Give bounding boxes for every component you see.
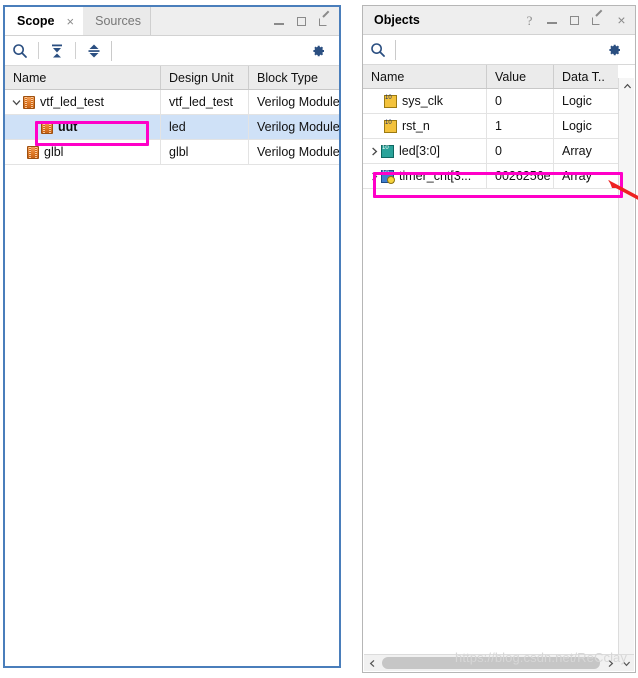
cell-name[interactable]: 10 timer_cnt[3... xyxy=(363,164,487,188)
objects-titlebar: Objects ? × xyxy=(363,6,635,35)
chevron-down-icon[interactable] xyxy=(9,98,23,107)
search-icon[interactable] xyxy=(363,36,393,64)
objects-panel: Objects ? × Name Value Data T.. 10 sys_c… xyxy=(362,5,636,673)
array-signal-icon: 10 xyxy=(381,144,394,158)
cell-name-label: timer_cnt[3... xyxy=(399,169,472,183)
tab-sources[interactable]: Sources xyxy=(83,7,150,35)
cell-name-label: vtf_led_test xyxy=(40,95,104,109)
close-icon[interactable]: × xyxy=(615,13,628,27)
toolbar-separator xyxy=(38,42,39,59)
float-icon[interactable] xyxy=(319,15,332,28)
cell-value: 0026256e xyxy=(487,164,554,188)
scope-panel: Scope × Sources Name Design Unit Block T… xyxy=(3,5,341,668)
table-row[interactable]: uut led Verilog Module xyxy=(5,115,339,140)
cell-design-unit: vtf_led_test xyxy=(161,90,249,114)
logic-signal-icon: 10 xyxy=(384,94,397,108)
cell-name-label: glbl xyxy=(44,145,64,159)
cell-value: 0 xyxy=(487,89,554,113)
scope-toolbar xyxy=(5,36,339,66)
verilog-module-icon xyxy=(27,145,39,159)
minimize-icon[interactable] xyxy=(273,15,286,28)
objects-toolbar xyxy=(363,35,635,65)
cell-data-type: Logic xyxy=(562,119,592,133)
gear-icon[interactable] xyxy=(303,37,333,65)
column-header-value[interactable]: Value xyxy=(487,65,554,88)
column-header-block-type[interactable]: Block Type xyxy=(249,66,339,89)
chevron-right-icon[interactable] xyxy=(367,147,381,156)
cell-name[interactable]: 10 sys_clk xyxy=(363,89,487,113)
help-icon[interactable]: ? xyxy=(523,14,536,27)
cell-value: 0 xyxy=(487,139,554,163)
cell-name[interactable]: glbl xyxy=(5,140,161,164)
cell-block-type: Verilog Module xyxy=(257,145,339,159)
tab-scope[interactable]: Scope × xyxy=(5,7,84,35)
cell-design-unit: led xyxy=(161,115,249,139)
watermark-text: https://blog.csdn.net/ReCclay xyxy=(455,650,627,665)
chevron-right-icon[interactable] xyxy=(367,172,381,181)
gear-icon[interactable] xyxy=(599,36,629,64)
column-header-data-type[interactable]: Data T.. xyxy=(554,65,618,88)
objects-titlebar-filler xyxy=(419,6,523,34)
minimize-icon[interactable] xyxy=(546,14,559,27)
register-signal-icon: 10 xyxy=(381,169,395,184)
scroll-left-icon[interactable] xyxy=(364,655,380,671)
vivado-simulation-panels: Scope × Sources Name Design Unit Block T… xyxy=(0,0,638,678)
objects-table-header: Name Value Data T.. xyxy=(363,65,618,89)
objects-vertical-scrollbar[interactable] xyxy=(618,78,634,654)
objects-filter-input[interactable] xyxy=(395,39,498,60)
column-header-name[interactable]: Name xyxy=(5,66,161,89)
cell-name[interactable]: 10 rst_n xyxy=(363,114,487,138)
cell-data-type: Array xyxy=(562,169,592,183)
expand-all-icon[interactable] xyxy=(79,37,109,65)
scope-table-header: Name Design Unit Block Type xyxy=(5,66,339,90)
cell-data-type: Array xyxy=(562,144,592,158)
cell-name-label: led[3:0] xyxy=(399,144,441,158)
float-icon[interactable] xyxy=(592,14,605,27)
column-header-name[interactable]: Name xyxy=(363,65,487,88)
scope-titlebar: Scope × Sources xyxy=(5,7,339,36)
tab-scope-label: Scope xyxy=(17,14,55,28)
cell-block-type: Verilog Module xyxy=(257,95,339,109)
cell-name-label: uut xyxy=(58,120,78,134)
table-row[interactable]: vtf_led_test vtf_led_test Verilog Module xyxy=(5,90,339,115)
scroll-up-icon[interactable] xyxy=(619,78,635,94)
logic-signal-icon: 10 xyxy=(384,119,397,133)
search-icon[interactable] xyxy=(5,37,35,65)
cell-design-unit: glbl xyxy=(161,140,249,164)
column-header-design-unit[interactable]: Design Unit xyxy=(161,66,249,89)
table-row[interactable]: glbl glbl Verilog Module xyxy=(5,140,339,165)
objects-window-controls: ? × xyxy=(523,6,635,34)
scope-tabbar-filler xyxy=(149,7,273,35)
verilog-module-icon xyxy=(41,120,53,134)
maximize-icon[interactable] xyxy=(296,15,309,28)
table-row[interactable]: 10 led[3:0] 0 Array xyxy=(363,139,618,164)
objects-table: Name Value Data T.. 10 sys_clk 0 Logic 1… xyxy=(363,65,618,189)
scope-filter-input[interactable] xyxy=(111,40,208,61)
maximize-icon[interactable] xyxy=(569,14,582,27)
tab-scope-close-icon[interactable]: × xyxy=(67,15,75,28)
cell-name[interactable]: 10 led[3:0] xyxy=(363,139,487,163)
cell-name[interactable]: uut xyxy=(5,115,161,139)
verilog-module-icon xyxy=(23,95,35,109)
cell-block-type: Verilog Module xyxy=(257,120,339,134)
table-row[interactable]: 10 rst_n 1 Logic xyxy=(363,114,618,139)
collapse-all-icon[interactable] xyxy=(42,37,72,65)
tab-sources-label: Sources xyxy=(95,14,141,28)
table-row[interactable]: 10 sys_clk 0 Logic xyxy=(363,89,618,114)
cell-data-type: Logic xyxy=(562,94,592,108)
toolbar-separator xyxy=(75,42,76,59)
cell-name-label: sys_clk xyxy=(402,94,443,108)
table-row[interactable]: 10 timer_cnt[3... 0026256e Array xyxy=(363,164,618,189)
scope-tree-table: Name Design Unit Block Type vtf_led_test… xyxy=(5,66,339,165)
objects-panel-title: Objects xyxy=(374,13,420,27)
cell-name[interactable]: vtf_led_test xyxy=(5,90,161,114)
cell-value: 1 xyxy=(487,114,554,138)
cell-name-label: rst_n xyxy=(402,119,430,133)
scope-window-controls xyxy=(273,7,339,35)
